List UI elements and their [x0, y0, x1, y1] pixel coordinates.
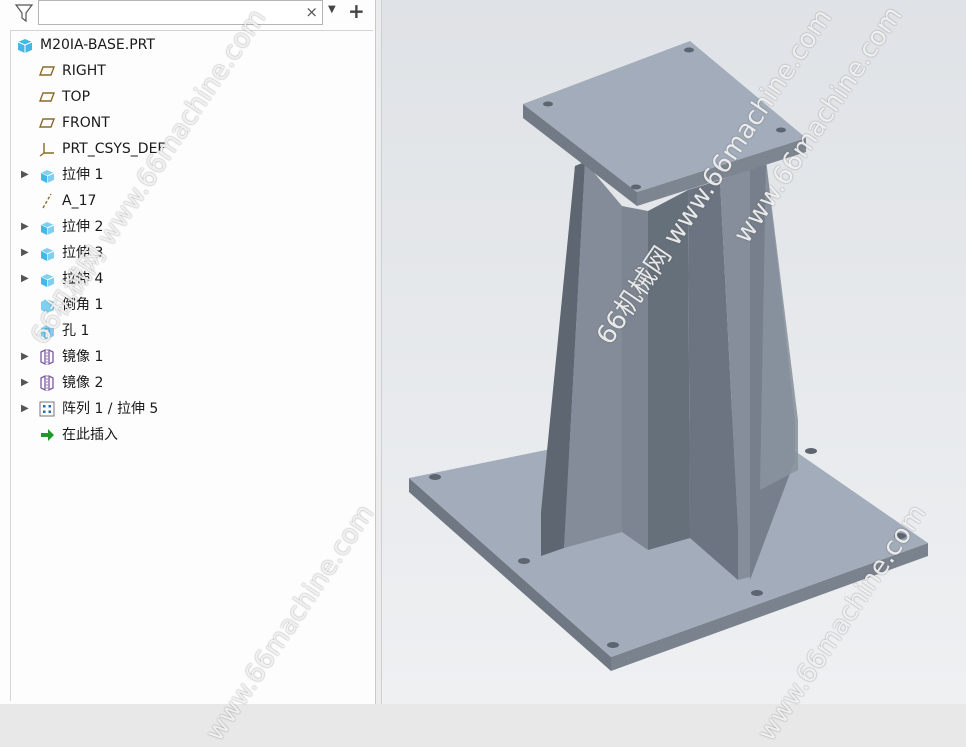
tree-item[interactable]: 孔 1: [11, 319, 371, 343]
rib-far-right: [760, 160, 798, 490]
tree-item-label: TOP: [62, 89, 91, 105]
extrude-icon: [40, 170, 55, 183]
tree-item-label: FRONT: [62, 115, 110, 131]
tree-item-label: A_17: [62, 193, 97, 209]
tree-item-label: 镜像 1: [62, 349, 104, 365]
axis-icon: [42, 193, 52, 209]
tree-item-label: 孔 1: [62, 323, 90, 339]
tree-root[interactable]: M20IA-BASE.PRT: [11, 33, 371, 57]
tree-item-label: 在此插入: [62, 427, 118, 443]
tree-item[interactable]: ▶ 镜像 2: [11, 371, 371, 395]
rib-center-right: [648, 190, 690, 550]
expand-arrow-icon[interactable]: ▶: [21, 215, 31, 239]
top-hole: [631, 184, 641, 190]
tree-item-label: RIGHT: [62, 63, 106, 79]
extrude-icon: [40, 248, 55, 261]
hole-icon: [41, 325, 54, 339]
expand-arrow-icon[interactable]: ▶: [21, 397, 31, 421]
chamfer-icon: [41, 298, 54, 313]
mount-hole: [429, 474, 441, 480]
tree-item-label: 拉伸 1: [62, 167, 104, 183]
rib-center: [622, 206, 648, 550]
tree-item[interactable]: ▶ 拉伸 3: [11, 241, 371, 265]
extrude-icon: [40, 274, 55, 287]
mount-hole: [805, 448, 817, 454]
insert-here-arrow-icon: [41, 429, 54, 441]
mount-hole: [751, 590, 763, 596]
3d-model-render: [409, 41, 928, 671]
model-tree-panel: × ▼ + M20IA-BASE.PRT RIGHT TOP FRONT PRT_CS…: [0, 0, 376, 704]
expand-arrow-icon[interactable]: ▶: [21, 371, 31, 395]
extrude-icon: [40, 222, 55, 235]
tree-item[interactable]: ▶ 拉伸 2: [11, 215, 371, 239]
tree-item[interactable]: FRONT: [11, 111, 371, 135]
chevron-down-icon[interactable]: ▼: [328, 4, 336, 15]
filter-icon[interactable]: [13, 2, 35, 24]
tree-item-label: 镜像 2: [62, 375, 104, 391]
tree-item[interactable]: A_17: [11, 189, 371, 213]
expand-arrow-icon[interactable]: ▶: [21, 267, 31, 291]
top-hole: [684, 47, 694, 53]
datum-plane-icon: [38, 118, 56, 128]
datum-plane-icon: [38, 66, 56, 76]
mirror-icon: [40, 348, 54, 366]
tree-item-label: PRT_CSYS_DEF: [62, 141, 166, 157]
pattern-icon: [39, 401, 55, 417]
csys-icon: [39, 143, 54, 157]
expand-arrow-icon[interactable]: ▶: [21, 163, 31, 187]
expand-arrow-icon[interactable]: ▶: [21, 345, 31, 369]
tree-item-label: 阵列 1 / 拉伸 5: [62, 401, 159, 417]
expand-arrow-icon[interactable]: ▶: [21, 241, 31, 265]
mount-hole: [518, 558, 530, 564]
tree-item[interactable]: ▶ 阵列 1 / 拉伸 5: [11, 397, 371, 421]
tree-item-label: 拉伸 4: [62, 271, 104, 287]
tree-root-label: M20IA-BASE.PRT: [40, 37, 155, 53]
tree-item[interactable]: RIGHT: [11, 59, 371, 83]
tree-item-label: 倒角 1: [62, 297, 104, 313]
tree-item[interactable]: ▶ 拉伸 4: [11, 267, 371, 291]
model-tree: M20IA-BASE.PRT RIGHT TOP FRONT PRT_CSYS_DEF…: [10, 30, 373, 701]
clear-icon[interactable]: ×: [305, 2, 318, 22]
tree-filter-input[interactable]: ×: [38, 0, 323, 25]
top-hole: [543, 101, 553, 107]
tree-toolbar: × ▼ +: [0, 0, 376, 27]
tree-item[interactable]: 在此插入: [11, 423, 371, 447]
tree-item[interactable]: TOP: [11, 85, 371, 109]
top-hole: [776, 127, 786, 133]
mount-hole: [894, 533, 906, 539]
part-icon: [17, 39, 33, 53]
tree-item-label: 拉伸 2: [62, 219, 104, 235]
tree-item-label: 拉伸 3: [62, 245, 104, 261]
mirror-icon: [40, 374, 54, 392]
tree-item[interactable]: ▶ 拉伸 1: [11, 163, 371, 187]
plus-icon[interactable]: +: [348, 0, 365, 23]
tree-item[interactable]: 倒角 1: [11, 293, 371, 317]
tree-item[interactable]: PRT_CSYS_DEF: [11, 137, 371, 161]
tree-item[interactable]: ▶ 镜像 1: [11, 345, 371, 369]
mount-hole: [607, 642, 619, 648]
graphics-viewport[interactable]: [382, 0, 966, 704]
datum-plane-icon: [38, 92, 56, 102]
